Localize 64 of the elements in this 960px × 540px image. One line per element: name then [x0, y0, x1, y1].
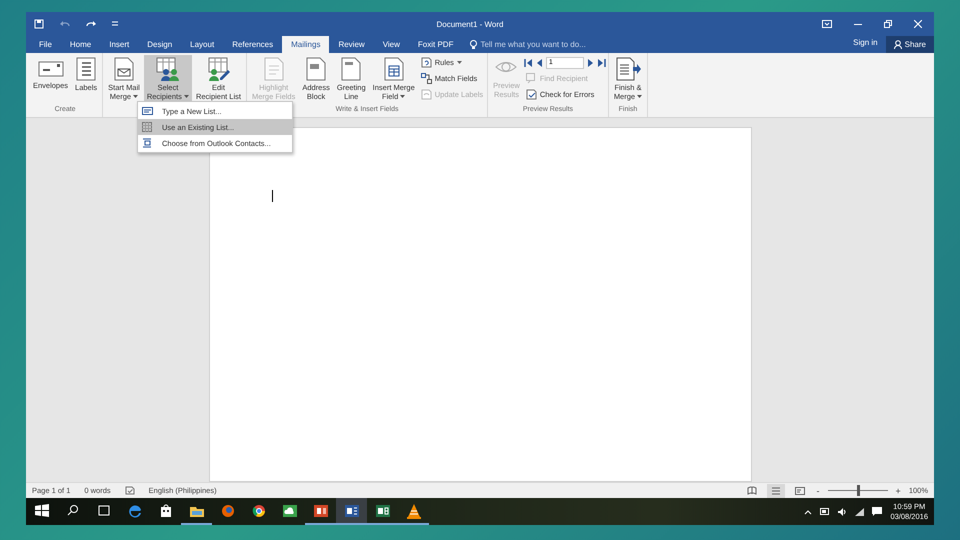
- ribbon-tab[interactable]: Design: [138, 36, 182, 53]
- read-mode-icon: [746, 486, 757, 496]
- ribbon-tab[interactable]: View: [374, 36, 409, 53]
- check-errors-icon: [526, 89, 537, 100]
- last-record-icon[interactable]: [598, 58, 606, 66]
- redo-icon[interactable]: [86, 20, 96, 28]
- finish-merge-icon: [614, 57, 641, 81]
- cloud-app-icon: [280, 502, 298, 518]
- traffic-cone-icon: [404, 502, 422, 518]
- share-button[interactable]: Share: [886, 36, 934, 53]
- insert-field-icon: [382, 57, 405, 81]
- ribbon-tab[interactable]: Mailings: [282, 36, 330, 53]
- ribbon-tab[interactable]: Insert: [100, 36, 138, 53]
- rules-icon: [420, 57, 432, 68]
- chevron-up-icon[interactable]: [804, 508, 812, 514]
- lightbulb-icon: [470, 40, 478, 50]
- document-envelope-icon: [112, 57, 135, 81]
- next-record-icon[interactable]: [588, 58, 594, 66]
- view-button[interactable]: [766, 484, 785, 498]
- web-layout-icon: [794, 486, 805, 496]
- save-icon[interactable]: [34, 19, 44, 29]
- close-icon[interactable]: [914, 20, 922, 28]
- ribbon-tab[interactable]: Review: [329, 36, 374, 53]
- previous-record-icon[interactable]: [536, 58, 542, 66]
- restore-icon[interactable]: [884, 20, 892, 28]
- greeting-line-icon: [340, 57, 362, 81]
- notification-icon[interactable]: [872, 507, 882, 516]
- word-app-icon: [342, 502, 360, 518]
- new-list-icon: [142, 106, 153, 116]
- start-icon[interactable]: [32, 502, 50, 518]
- sheet-app-icon: [374, 502, 392, 518]
- ribbon-tab[interactable]: Layout: [181, 36, 224, 53]
- find-icon: [526, 73, 537, 84]
- address-block-icon: [305, 57, 328, 81]
- slides-app-icon: [312, 502, 330, 518]
- window-title: Document1 - Word: [436, 20, 504, 28]
- sign-in-link[interactable]: Sign in: [845, 38, 886, 51]
- zoom-thumb[interactable]: [856, 485, 860, 496]
- ribbon-options-icon[interactable]: [822, 20, 832, 28]
- print-layout-icon: [770, 486, 781, 496]
- proofing-icon[interactable]: [124, 486, 135, 495]
- battery-icon[interactable]: [820, 508, 830, 515]
- match-fields-icon: [420, 73, 432, 84]
- volume-icon[interactable]: [838, 508, 848, 516]
- table-icon: [142, 122, 153, 132]
- contacts-icon: [142, 138, 153, 148]
- undo-icon[interactable]: [60, 20, 70, 28]
- ribbon-tab[interactable]: References: [223, 36, 282, 53]
- first-record-icon[interactable]: [524, 58, 532, 66]
- wifi-icon[interactable]: [855, 508, 864, 516]
- ribbon-tab[interactable]: Home: [60, 36, 100, 53]
- ribbon-tab[interactable]: File: [30, 36, 61, 53]
- search-field[interactable]: Tell me what you want to do...: [480, 40, 620, 49]
- round-browser-icon: [250, 502, 268, 518]
- customize-icon[interactable]: [112, 21, 118, 27]
- zoom-out-button[interactable]: -: [814, 486, 822, 496]
- highlight-fields-icon: [262, 57, 285, 81]
- labels-icon: [75, 57, 98, 81]
- taskbar-button[interactable]: [336, 498, 367, 525]
- ribbon-tab[interactable]: Foxit PDF: [408, 36, 462, 53]
- recipients-icon: [154, 57, 181, 81]
- person-icon: [894, 40, 902, 49]
- zoom-in-button[interactable]: +: [894, 486, 903, 496]
- update-labels-icon: [420, 89, 432, 100]
